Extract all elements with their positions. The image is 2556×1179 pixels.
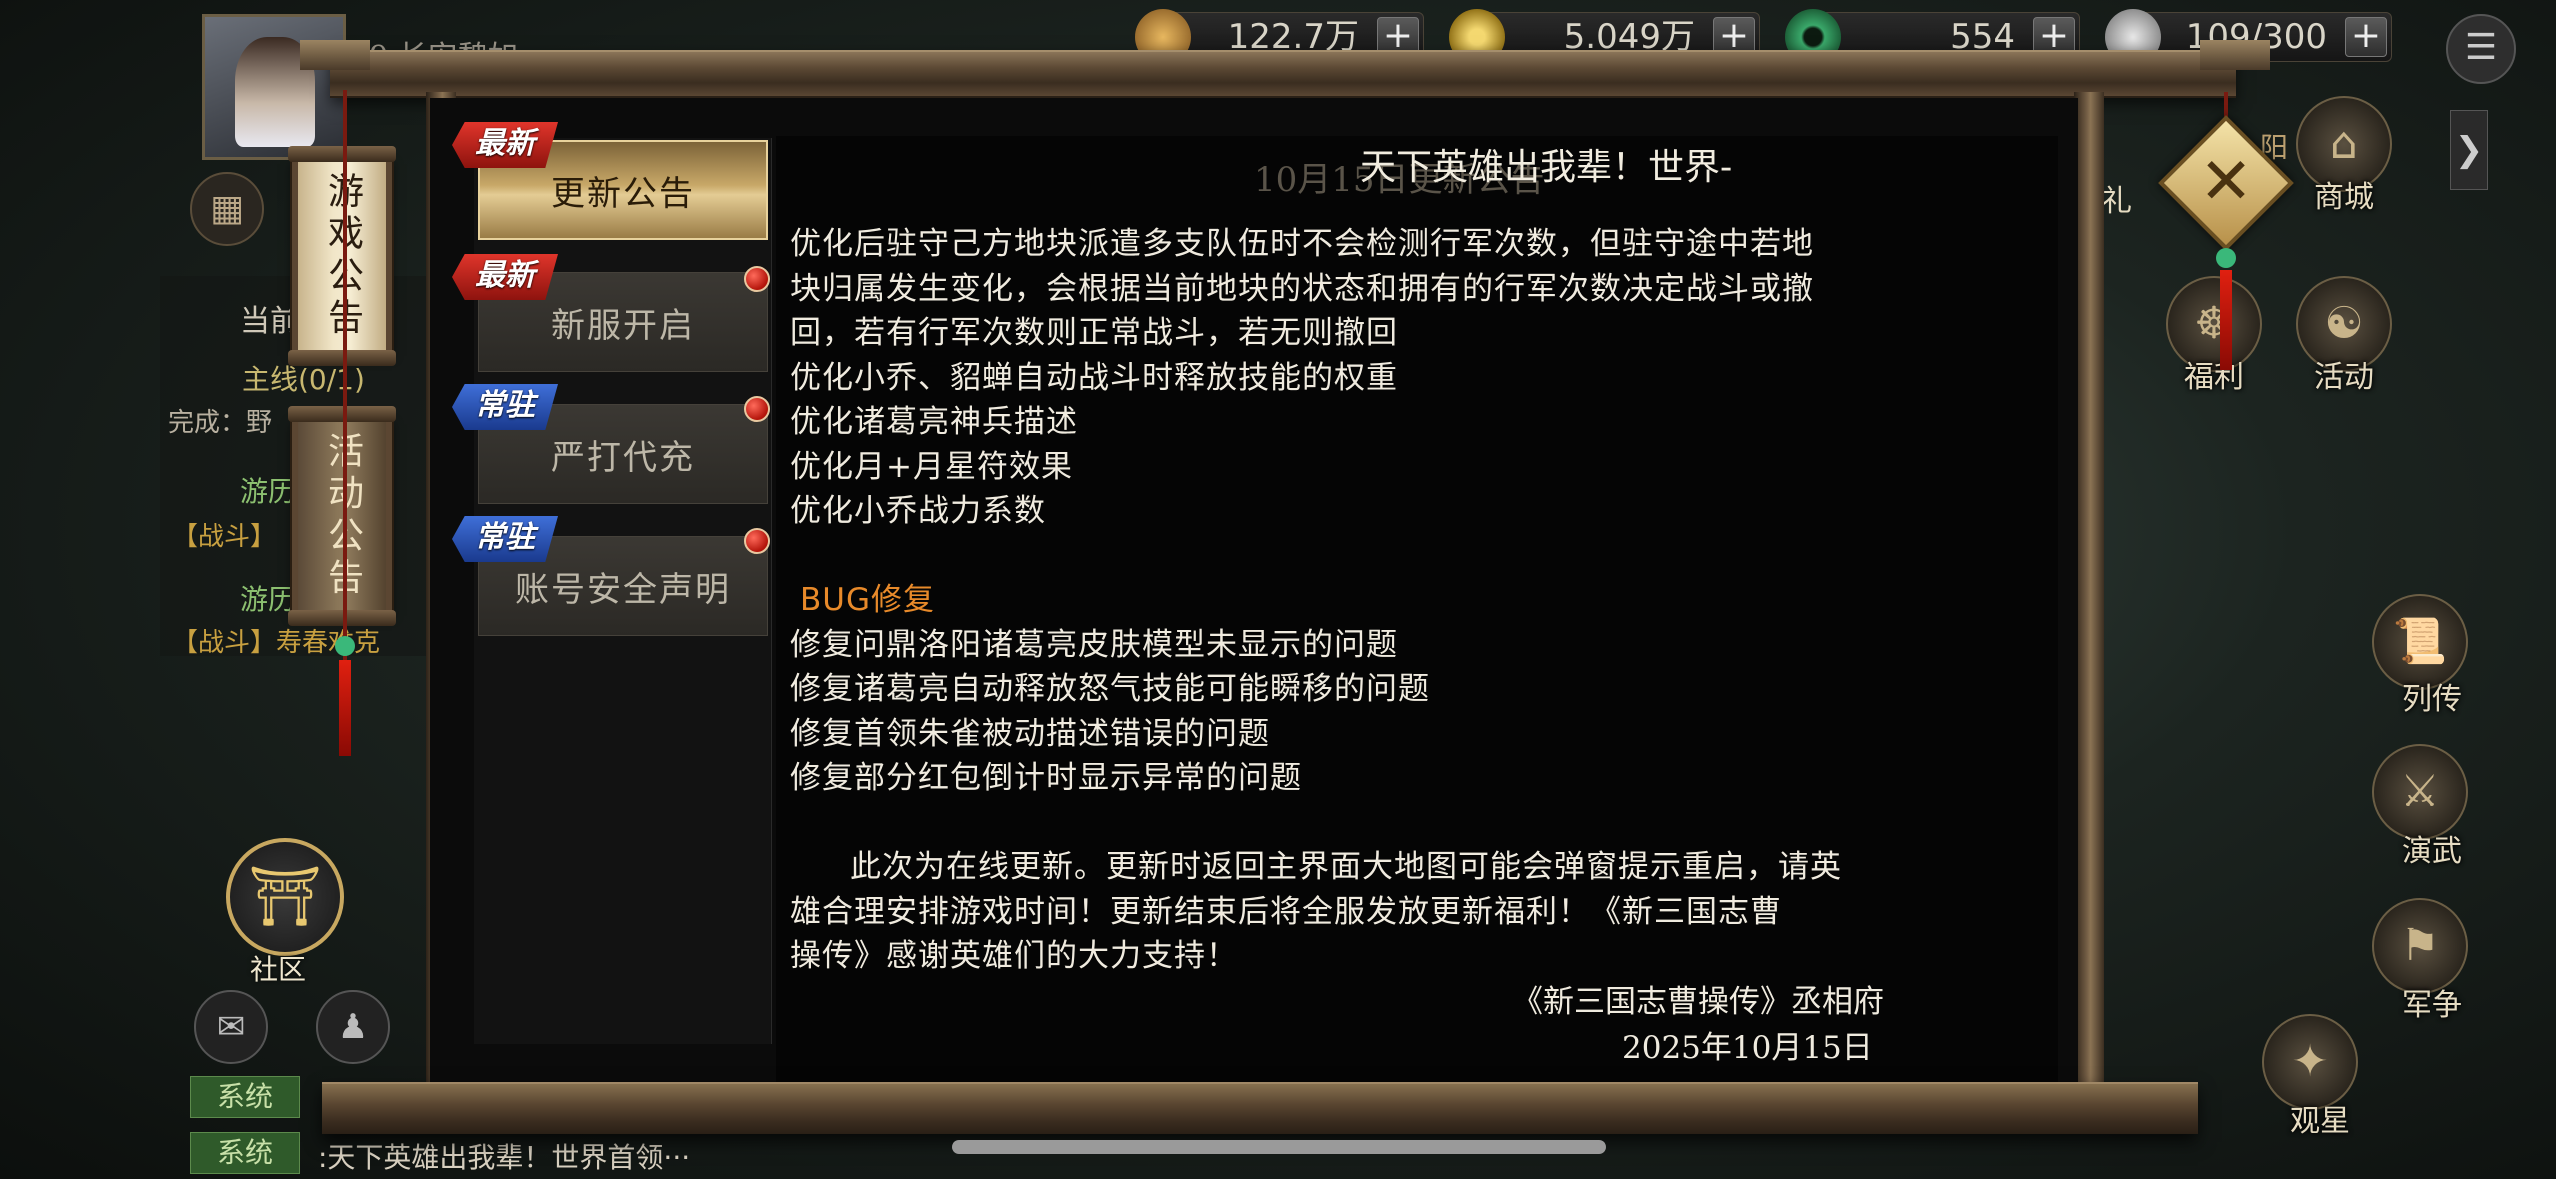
welfare-label: 福利 <box>2184 360 2244 395</box>
chat-message-2[interactable]: :天下英雄出我辈！世界首领··· <box>318 1136 690 1176</box>
close-icon[interactable]: ✕ <box>2190 142 2262 226</box>
quest-header: 当前 <box>240 304 300 339</box>
tab-anti-recharge-label: 严打代充 <box>551 437 695 478</box>
player-avatar[interactable] <box>202 14 346 160</box>
chat-system-tag-1: 系统 <box>190 1076 300 1118</box>
announcement-body[interactable]: 优化后驻守己方地块派遣多支队伍时不会检测行军次数，但驻守途中若地 块归属发生变化… <box>790 222 2052 979</box>
tab-new-server-label: 新服开启 <box>551 305 695 346</box>
tab-event-announcement[interactable]: 活动公告 <box>288 406 396 626</box>
badge-new-2: 最新 <box>452 254 558 300</box>
tab-account-security-label: 账号安全声明 <box>515 569 731 610</box>
tab-update-announcement-label: 更新公告 <box>551 173 695 214</box>
frame-top-beam <box>330 50 2236 98</box>
community-icon: ⛩ <box>248 862 322 930</box>
vtab-cord <box>343 90 347 730</box>
tassel-left-icon <box>339 660 351 756</box>
frame-top-cap-left <box>300 40 370 70</box>
tab-game-announcement[interactable]: 游戏公告 <box>288 146 396 366</box>
add-stamina-button[interactable]: + <box>2345 17 2387 57</box>
quest-item-1[interactable]: 游历 <box>240 470 296 510</box>
shop-label: 商城 <box>2314 180 2374 215</box>
stargazing-label: 观星 <box>2290 1104 2350 1139</box>
war-label: 军争 <box>2402 988 2462 1023</box>
community-button[interactable]: ⛩ <box>226 838 344 956</box>
notification-dot-1 <box>744 266 770 292</box>
tab-game-announcement-label: 游戏公告 <box>322 172 363 340</box>
badge-permanent-2: 常驻 <box>452 516 558 562</box>
bug-line-1: 修复问鼎洛阳诸葛亮皮肤模型未显示的问题 <box>790 626 1398 663</box>
frame-bottom-beam <box>322 1082 2198 1134</box>
activity-label: 活动 <box>2314 360 2374 395</box>
jade-bead-icon <box>335 636 355 656</box>
closing-line-3: 操传》感谢英雄们的大力支持！ <box>790 938 1238 974</box>
jade-bead-right-icon <box>2216 248 2236 268</box>
quest-item-1-sub: 【战斗】 <box>172 522 277 552</box>
friends-icon[interactable]: ♟ <box>316 990 390 1064</box>
community-label: 社区 <box>250 953 307 986</box>
biography-label: 列传 <box>2402 682 2462 717</box>
badge-permanent-1: 常驻 <box>452 384 558 430</box>
notification-dot-3 <box>744 528 770 554</box>
mail-icon[interactable]: ✉ <box>194 990 268 1064</box>
signature: 《新三国志曹操传》丞相府 <box>1512 984 1884 1020</box>
drill-label: 演武 <box>2402 834 2462 869</box>
closing-line-1: 此次为在线更新。更新时返回主界面大地图可能会弹窗提示重启，请英 <box>850 849 1842 885</box>
quest-done: 完成：野 <box>168 408 273 438</box>
tassel-right-icon <box>2220 270 2232 370</box>
body-line-5: 优化诸葛亮神兵描述 <box>790 404 1078 440</box>
bug-fix-heading: BUG修复 <box>800 582 935 618</box>
tab-event-announcement-label: 活动公告 <box>322 432 363 600</box>
menu-icon[interactable]: ☰ <box>2446 14 2516 84</box>
chat-system-tag-2: 系统 <box>190 1132 300 1174</box>
expand-arrow-icon[interactable]: ❯ <box>2450 110 2488 190</box>
bug-line-3: 修复首领朱雀被动描述错误的问题 <box>790 715 1270 752</box>
body-line-3: 回，若有行军次数则正常战斗，若无则撤回 <box>790 315 1398 351</box>
body-line-6: 优化月+月星符效果 <box>790 448 1073 485</box>
badge-new-1: 最新 <box>452 122 558 168</box>
content-title: 天下英雄出我辈！世界- <box>1360 147 1733 188</box>
bug-line-4: 修复部分红包倒计时显示异常的问题 <box>790 760 1302 796</box>
announcement-date: 2025年10月15日 <box>1622 1030 1873 1066</box>
home-indicator[interactable] <box>952 1140 1606 1154</box>
body-line-1: 优化后驻守己方地块派遣多支队伍时不会检测行军次数，但驻守途中若地 <box>790 226 1814 262</box>
body-line-4: 优化小乔、貂蝉自动战斗时释放技能的权重 <box>790 359 1398 396</box>
calendar-icon[interactable]: ▦ <box>190 172 264 246</box>
body-line-2: 块归属发生变化，会根据当前地块的状态和拥有的行军次数决定战斗或撤 <box>790 270 1814 307</box>
closing-line-2: 雄合理安排游戏时间！更新结束后将全服发放更新福利！《新三国志曹 <box>790 893 1782 930</box>
gift-label: 礼 <box>2102 184 2132 219</box>
bug-line-2: 修复诸葛亮自动释放怒气技能可能瞬移的问题 <box>790 671 1430 707</box>
body-line-7: 优化小乔战力系数 <box>790 493 1046 529</box>
frame-post-right <box>2074 92 2104 1082</box>
frame-top-cap-right <box>2200 40 2270 70</box>
notification-dot-2 <box>744 396 770 422</box>
